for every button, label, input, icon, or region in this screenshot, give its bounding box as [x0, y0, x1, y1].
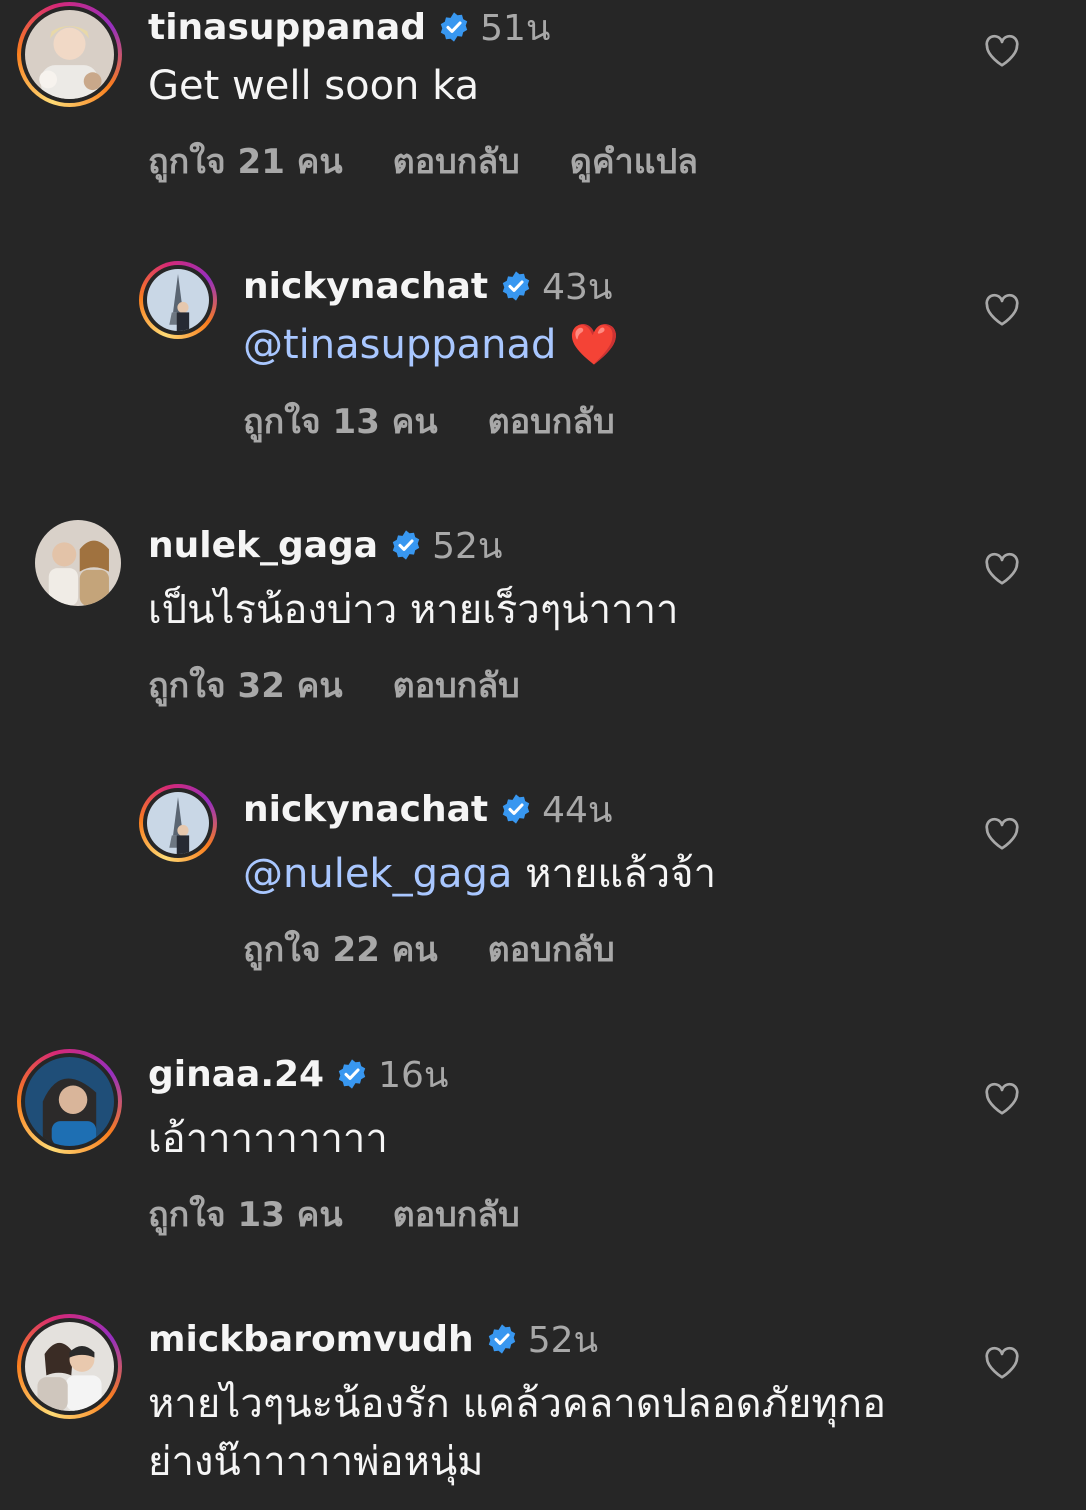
reply-button[interactable]: ตอบกลับ: [488, 394, 615, 448]
username[interactable]: nulek_gaga: [148, 525, 378, 566]
username[interactable]: nickynachat: [243, 266, 488, 307]
see-translation-button[interactable]: ดูคำแปล: [570, 134, 698, 188]
comment-text-line-2: ย่างน๊าาาาาพ่อหนุ่ม: [148, 1439, 484, 1485]
avatar[interactable]: [139, 261, 217, 339]
username[interactable]: mickbaromvudh: [148, 1319, 474, 1360]
avatar[interactable]: [17, 2, 122, 107]
verified-badge-icon: [500, 793, 532, 825]
verified-badge-icon: [438, 11, 470, 43]
comment-text: Get well soon ka: [148, 63, 480, 109]
avatar[interactable]: [35, 520, 121, 606]
heart-outline-icon[interactable]: [984, 293, 1020, 327]
comment-text: เอ้าาาาาาาาา: [148, 1116, 388, 1162]
heart-outline-icon[interactable]: [984, 1082, 1020, 1116]
verified-badge-icon: [336, 1058, 368, 1090]
comment-timestamp: 52น: [527, 1319, 599, 1361]
likes-count[interactable]: ถูกใจ 13 คน: [148, 1187, 343, 1241]
likes-count[interactable]: ถูกใจ 32 คน: [148, 658, 343, 712]
verified-badge-icon: [486, 1323, 518, 1355]
heart-emoji: ❤️: [569, 322, 619, 368]
likes-count[interactable]: ถูกใจ 21 คน: [148, 134, 343, 188]
heart-outline-icon[interactable]: [984, 552, 1020, 586]
comment-text: เป็นไรน้องบ่าว หายเร็วๆน่าาาา: [148, 587, 679, 633]
avatar[interactable]: [17, 1314, 122, 1419]
comment-text-line-1: หายไวๆนะน้องรัก แคล้วคลาดปลอดภัยทุกอ: [148, 1381, 887, 1427]
avatar[interactable]: [17, 1049, 122, 1154]
comment-text: @nulek_gaga หายแล้วจ้า: [243, 846, 716, 902]
username[interactable]: tinasuppanad: [148, 7, 426, 48]
likes-count[interactable]: ถูกใจ 22 คน: [243, 922, 438, 976]
comment-timestamp: 16น: [378, 1054, 449, 1096]
comment-body: หายแล้วจ้า: [525, 851, 717, 897]
reply-button[interactable]: ตอบกลับ: [393, 134, 520, 188]
comment-timestamp: 44น: [542, 789, 613, 831]
heart-outline-icon[interactable]: [984, 34, 1020, 68]
verified-badge-icon: [500, 270, 532, 302]
username[interactable]: nickynachat: [243, 789, 488, 830]
heart-outline-icon[interactable]: [984, 1346, 1020, 1380]
reply-button[interactable]: ตอบกลับ: [393, 1187, 520, 1241]
verified-badge-icon: [390, 529, 422, 561]
comment-timestamp: 51น: [480, 7, 551, 49]
username[interactable]: ginaa.24: [148, 1054, 324, 1095]
comment-timestamp: 43น: [542, 266, 613, 308]
mention-link[interactable]: @nulek_gaga: [243, 851, 512, 897]
likes-count[interactable]: ถูกใจ 13 คน: [243, 394, 438, 448]
comment-timestamp: 52น: [432, 525, 503, 567]
avatar[interactable]: [139, 784, 217, 862]
heart-outline-icon[interactable]: [984, 817, 1020, 851]
mention-link[interactable]: @tinasuppanad: [243, 322, 556, 368]
reply-button[interactable]: ตอบกลับ: [393, 658, 520, 712]
comment-text: @tinasuppanad ❤️: [243, 317, 619, 373]
reply-button[interactable]: ตอบกลับ: [488, 922, 615, 976]
